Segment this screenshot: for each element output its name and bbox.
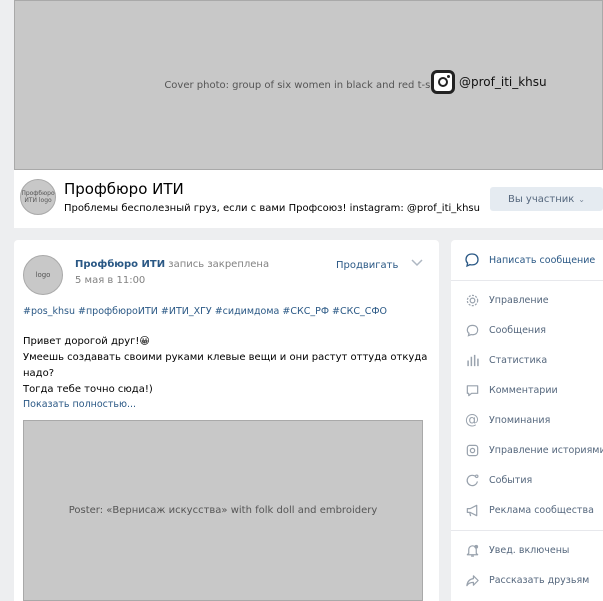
gear-icon bbox=[463, 291, 481, 309]
post-author-link[interactable]: Профбюро ИТИ bbox=[75, 259, 165, 270]
sidebar-divider bbox=[451, 530, 603, 531]
instagram-icon bbox=[431, 70, 455, 94]
sidebar-item-mentions[interactable]: @ Упоминания bbox=[451, 409, 603, 431]
sidebar-item-stories[interactable]: Управление историями bbox=[451, 439, 603, 461]
group-header: Профбюро ИТИ logo Профбюро ИТИ Проблемы … bbox=[14, 170, 603, 228]
sidebar-item-label: Упоминания bbox=[489, 414, 551, 426]
sidebar-item-messages[interactable]: Сообщения bbox=[451, 319, 603, 341]
share-icon bbox=[463, 571, 481, 589]
sidebar-item-label: Статистика bbox=[489, 354, 548, 366]
sidebar-item-write-message[interactable]: Написать сообщение bbox=[451, 249, 603, 271]
post-hashtags[interactable]: #pos_khsu #профбюроИТИ #ИТИ_ХГУ #сидимдо… bbox=[23, 306, 387, 317]
sidebar-item-label: Увед. включены bbox=[489, 544, 570, 556]
sidebar-item-label: Написать сообщение bbox=[489, 254, 596, 266]
post-author-line: Профбюро ИТИ запись закреплена bbox=[75, 259, 269, 270]
post-text: Привет дорогой друг!😀 Умеешь создавать с… bbox=[23, 334, 433, 398]
sidebar-item-label: Реклама сообщества bbox=[489, 504, 594, 516]
cover-area: Cover photo: group of six women in black… bbox=[14, 0, 603, 170]
sidebar-item-label: Комментарии bbox=[489, 384, 558, 396]
group-name: Профбюро ИТИ bbox=[64, 180, 184, 198]
group-avatar[interactable]: Профбюро ИТИ logo bbox=[20, 179, 56, 215]
instagram-badge[interactable]: @prof_iti_khsu bbox=[431, 70, 547, 94]
stats-icon bbox=[463, 351, 481, 369]
mention-icon: @ bbox=[465, 412, 479, 428]
sidebar-item-comments[interactable]: Комментарии bbox=[451, 379, 603, 401]
post-pinned-note: запись закреплена bbox=[168, 259, 270, 270]
post-date[interactable]: 5 мая в 11:00 bbox=[75, 275, 145, 286]
chat-bubble-icon bbox=[463, 321, 481, 339]
post-menu-chevron-icon[interactable] bbox=[411, 257, 423, 270]
member-button-label: Вы участник bbox=[508, 193, 575, 205]
group-status: Проблемы бесполезный груз, если с вами П… bbox=[64, 203, 480, 214]
sidebar-item-label: Рассказать друзьям bbox=[489, 574, 590, 586]
sidebar-item-events[interactable]: События bbox=[451, 469, 603, 491]
sidebar-item-label: Управление bbox=[489, 294, 549, 306]
sidebar-item-label: Управление историями bbox=[489, 444, 603, 456]
pinned-post: logo Профбюро ИТИ запись закреплена 5 ма… bbox=[14, 240, 439, 601]
promote-button[interactable]: Продвигать bbox=[336, 260, 398, 271]
sidebar-divider bbox=[451, 280, 603, 281]
show-more-link[interactable]: Показать полностью... bbox=[23, 399, 136, 410]
post-text-line: Тогда тебе точно сюда!) bbox=[23, 384, 153, 395]
post-avatar[interactable]: logo bbox=[23, 255, 63, 295]
chevron-down-icon: ⌄ bbox=[578, 194, 585, 204]
stories-icon bbox=[463, 441, 481, 459]
sidebar-item-label: События bbox=[489, 474, 533, 486]
sidebar-item-statistics[interactable]: Статистика bbox=[451, 349, 603, 371]
group-actions-sidebar: Написать сообщение Управление Сообщения … bbox=[451, 240, 603, 601]
sidebar-item-share[interactable]: Рассказать друзьям bbox=[451, 569, 603, 591]
member-button[interactable]: Вы участник ⌄ bbox=[490, 187, 603, 211]
sidebar-item-label: Сообщения bbox=[489, 324, 547, 336]
sidebar-item-ads[interactable]: Реклама сообщества bbox=[451, 499, 603, 521]
post-image[interactable]: Poster: «Вернисаж искусства» with folk d… bbox=[23, 420, 423, 601]
event-icon bbox=[463, 471, 481, 489]
post-text-line: Умеешь создавать своими руками клевые ве… bbox=[23, 352, 428, 379]
megaphone-icon bbox=[463, 501, 481, 519]
comment-icon bbox=[463, 381, 481, 399]
post-text-line: Привет дорогой друг!😀 bbox=[23, 336, 150, 347]
message-icon bbox=[463, 251, 481, 269]
sidebar-item-manage[interactable]: Управление bbox=[451, 289, 603, 311]
bell-icon bbox=[463, 541, 481, 559]
instagram-handle: @prof_iti_khsu bbox=[459, 75, 547, 89]
sidebar-item-notifications[interactable]: Увед. включены bbox=[451, 539, 603, 561]
